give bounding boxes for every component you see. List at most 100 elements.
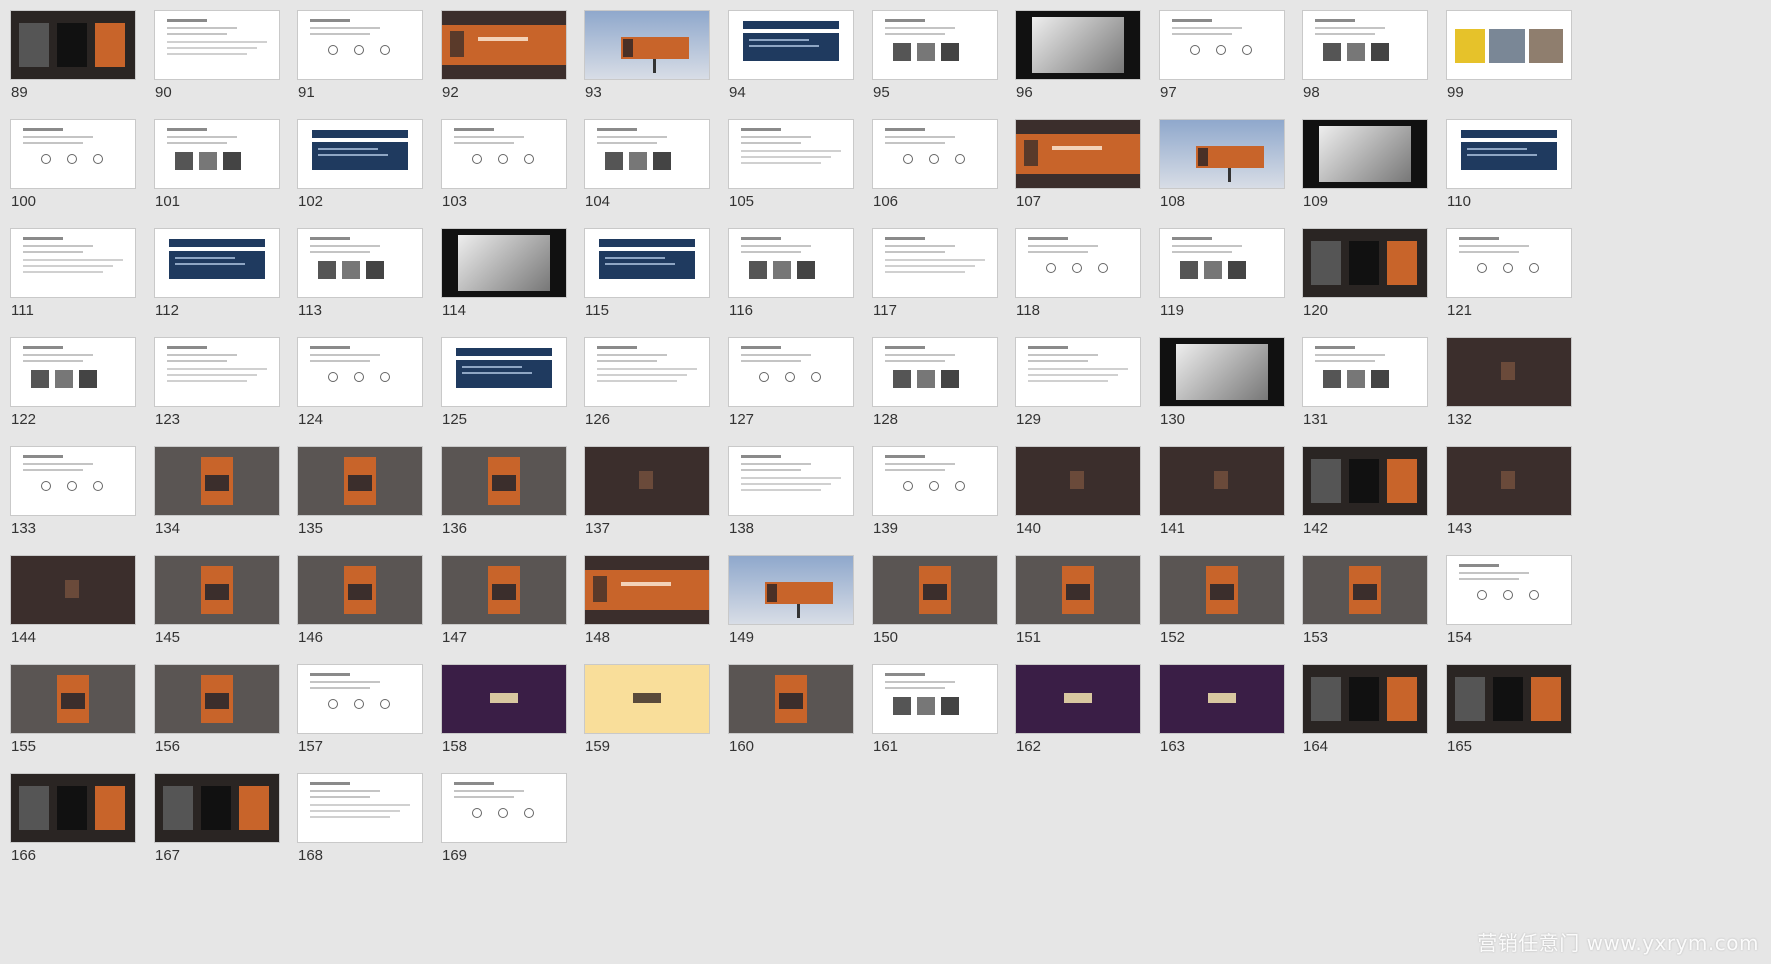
slide-preview[interactable] xyxy=(10,337,136,407)
slide-thumbnail[interactable]: 152 xyxy=(1159,555,1285,651)
slide-preview[interactable] xyxy=(1015,119,1141,189)
slide-preview[interactable] xyxy=(297,446,423,516)
slide-preview[interactable] xyxy=(441,228,567,298)
slide-preview[interactable] xyxy=(872,337,998,407)
slide-thumbnail[interactable]: 103 xyxy=(441,119,567,215)
slide-thumbnail[interactable]: 133 xyxy=(10,446,136,542)
slide-thumbnail[interactable]: 108 xyxy=(1159,119,1285,215)
slide-thumbnail[interactable]: 93 xyxy=(584,10,710,106)
slide-thumbnail[interactable]: 126 xyxy=(584,337,710,433)
slide-preview[interactable] xyxy=(1159,337,1285,407)
slide-preview[interactable] xyxy=(1446,555,1572,625)
slide-thumbnail[interactable]: 125 xyxy=(441,337,567,433)
slide-thumbnail[interactable]: 136 xyxy=(441,446,567,542)
slide-preview[interactable] xyxy=(10,119,136,189)
slide-thumbnail[interactable]: 164 xyxy=(1302,664,1428,760)
slide-thumbnail[interactable]: 141 xyxy=(1159,446,1285,542)
slide-thumbnail[interactable]: 163 xyxy=(1159,664,1285,760)
slide-thumbnail[interactable]: 118 xyxy=(1015,228,1141,324)
slide-thumbnail[interactable]: 127 xyxy=(728,337,854,433)
slide-preview[interactable] xyxy=(441,555,567,625)
slide-preview[interactable] xyxy=(1015,10,1141,80)
slide-preview[interactable] xyxy=(1302,10,1428,80)
slide-preview[interactable] xyxy=(872,10,998,80)
slide-thumbnail[interactable]: 155 xyxy=(10,664,136,760)
slide-preview[interactable] xyxy=(154,119,280,189)
slide-preview[interactable] xyxy=(1159,664,1285,734)
slide-preview[interactable] xyxy=(1302,555,1428,625)
slide-preview[interactable] xyxy=(1302,446,1428,516)
slide-thumbnail[interactable]: 138 xyxy=(728,446,854,542)
slide-preview[interactable] xyxy=(10,664,136,734)
slide-thumbnail[interactable]: 167 xyxy=(154,773,280,869)
slide-thumbnail[interactable]: 115 xyxy=(584,228,710,324)
slide-preview[interactable] xyxy=(10,228,136,298)
slide-thumbnail[interactable]: 98 xyxy=(1302,10,1428,106)
slide-thumbnail[interactable]: 153 xyxy=(1302,555,1428,651)
slide-preview[interactable] xyxy=(10,10,136,80)
slide-thumbnail[interactable]: 121 xyxy=(1446,228,1572,324)
slide-thumbnail[interactable]: 158 xyxy=(441,664,567,760)
slide-preview[interactable] xyxy=(297,228,423,298)
slide-preview[interactable] xyxy=(1446,446,1572,516)
slide-preview[interactable] xyxy=(10,773,136,843)
slide-thumbnail[interactable]: 112 xyxy=(154,228,280,324)
slide-preview[interactable] xyxy=(10,446,136,516)
slide-preview[interactable] xyxy=(154,10,280,80)
slide-thumbnail[interactable]: 140 xyxy=(1015,446,1141,542)
slide-thumbnail[interactable]: 102 xyxy=(297,119,423,215)
slide-thumbnail[interactable]: 116 xyxy=(728,228,854,324)
slide-thumbnail[interactable]: 91 xyxy=(297,10,423,106)
slide-preview[interactable] xyxy=(297,773,423,843)
slide-thumbnail[interactable]: 154 xyxy=(1446,555,1572,651)
slide-preview[interactable] xyxy=(1446,337,1572,407)
slide-preview[interactable] xyxy=(441,446,567,516)
slide-preview[interactable] xyxy=(441,337,567,407)
slide-preview[interactable] xyxy=(1015,446,1141,516)
slide-preview[interactable] xyxy=(872,228,998,298)
slide-preview[interactable] xyxy=(154,555,280,625)
slide-preview[interactable] xyxy=(1446,228,1572,298)
slide-thumbnail[interactable]: 105 xyxy=(728,119,854,215)
slide-preview[interactable] xyxy=(1159,10,1285,80)
slide-preview[interactable] xyxy=(728,555,854,625)
slide-preview[interactable] xyxy=(1159,555,1285,625)
slide-preview[interactable] xyxy=(1302,337,1428,407)
slide-thumbnail[interactable]: 128 xyxy=(872,337,998,433)
slide-thumbnail[interactable]: 92 xyxy=(441,10,567,106)
slide-thumbnail[interactable]: 162 xyxy=(1015,664,1141,760)
slide-thumbnail[interactable]: 150 xyxy=(872,555,998,651)
slide-thumbnail[interactable]: 89 xyxy=(10,10,136,106)
slide-preview[interactable] xyxy=(297,10,423,80)
slide-thumbnail[interactable]: 131 xyxy=(1302,337,1428,433)
slide-preview[interactable] xyxy=(728,119,854,189)
slide-preview[interactable] xyxy=(297,555,423,625)
slide-thumbnail[interactable]: 97 xyxy=(1159,10,1285,106)
slide-thumbnail[interactable]: 111 xyxy=(10,228,136,324)
slide-thumbnail[interactable]: 168 xyxy=(297,773,423,869)
slide-preview[interactable] xyxy=(584,555,710,625)
slide-preview[interactable] xyxy=(1302,664,1428,734)
slide-preview[interactable] xyxy=(1159,228,1285,298)
slide-thumbnail[interactable]: 159 xyxy=(584,664,710,760)
slide-thumbnail[interactable]: 114 xyxy=(441,228,567,324)
slide-preview[interactable] xyxy=(584,119,710,189)
slide-thumbnail[interactable]: 135 xyxy=(297,446,423,542)
slide-thumbnail[interactable]: 144 xyxy=(10,555,136,651)
slide-preview[interactable] xyxy=(154,337,280,407)
slide-thumbnail[interactable]: 165 xyxy=(1446,664,1572,760)
slide-preview[interactable] xyxy=(872,119,998,189)
slide-preview[interactable] xyxy=(584,337,710,407)
slide-preview[interactable] xyxy=(441,664,567,734)
slide-thumbnail[interactable]: 129 xyxy=(1015,337,1141,433)
slide-thumbnail[interactable]: 124 xyxy=(297,337,423,433)
slide-thumbnail[interactable]: 134 xyxy=(154,446,280,542)
slide-preview[interactable] xyxy=(1302,228,1428,298)
slide-preview[interactable] xyxy=(441,773,567,843)
slide-preview[interactable] xyxy=(728,228,854,298)
slide-preview[interactable] xyxy=(1302,119,1428,189)
slide-thumbnail[interactable]: 122 xyxy=(10,337,136,433)
slide-preview[interactable] xyxy=(1015,555,1141,625)
slide-thumbnail[interactable]: 137 xyxy=(584,446,710,542)
slide-preview[interactable] xyxy=(154,773,280,843)
